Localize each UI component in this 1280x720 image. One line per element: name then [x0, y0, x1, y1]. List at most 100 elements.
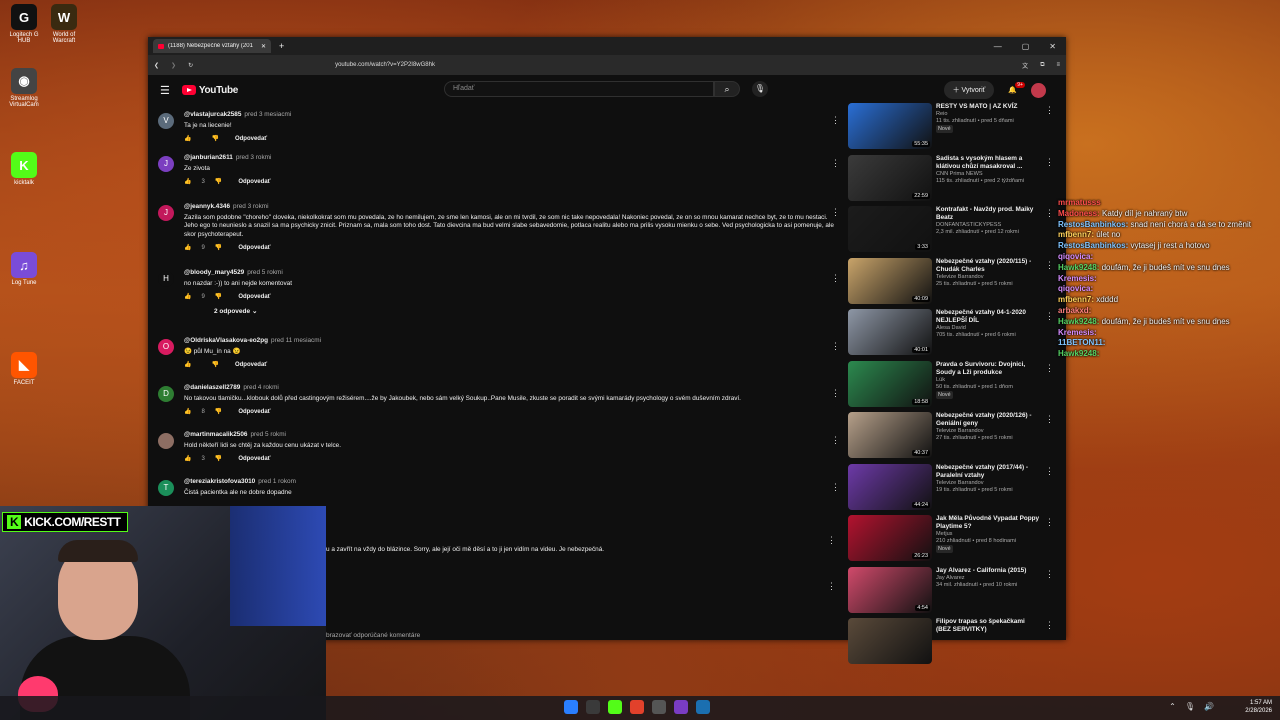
comment-avatar[interactable]: O: [158, 339, 174, 355]
back-icon[interactable]: ❮: [154, 62, 159, 69]
video-title[interactable]: Filipov trapas so špekačkami (BEZ SERVIT…: [936, 618, 1041, 634]
desktop-icon[interactable]: ♫ Log Tune: [4, 252, 44, 286]
video-channel[interactable]: Reio: [936, 111, 1041, 118]
desktop-icon[interactable]: Kkicktalk: [4, 152, 44, 186]
comment-author[interactable]: @martinmacalik2506: [184, 431, 247, 438]
video-thumbnail[interactable]: [848, 618, 932, 664]
chat-username[interactable]: qiqovica:: [1058, 252, 1093, 261]
comment-avatar[interactable]: [158, 433, 174, 449]
video-title[interactable]: Kontrafakt - Navždy prod. Maiky Beatz: [936, 206, 1041, 222]
video-thumbnail[interactable]: 18:58: [848, 360, 932, 407]
more-options-icon[interactable]: ⋮: [1045, 311, 1054, 322]
video-thumbnail[interactable]: 55:35: [848, 103, 932, 149]
video-item[interactable]: 55:35 RESTY VS MATO | AZ KVÍZ Reio 11 ti…: [848, 103, 1056, 155]
video-thumbnail[interactable]: 40:09: [848, 257, 932, 304]
comment-author[interactable]: @vlastajurcak2585: [184, 111, 241, 118]
video-item[interactable]: 40:37 Nebezpečné vztahy (2020/126) - Gen…: [848, 412, 1056, 464]
chat-username[interactable]: Kremesis:: [1058, 274, 1097, 283]
reply-button[interactable]: Odpovedať: [238, 408, 270, 417]
new-tab-button[interactable]: +: [279, 41, 284, 51]
video-item[interactable]: 40:01 Nebezpečné vztahy 04-1-2020 NEJLEP…: [848, 309, 1056, 361]
account-avatar[interactable]: [1031, 82, 1046, 98]
chat-username[interactable]: mfbenn7:: [1058, 295, 1094, 304]
url-text[interactable]: youtube.com/watch?v=Y2P2I8wG8hk: [335, 62, 1010, 68]
video-title[interactable]: Nebezpečné vztahy 04-1-2020 NEJLEPŠÍ DÍL: [936, 309, 1041, 325]
comment-avatar[interactable]: J: [158, 156, 174, 172]
start-icon[interactable]: [564, 700, 578, 714]
video-item[interactable]: 3:33 Kontrafakt - Navždy prod. Maiky Bea…: [848, 206, 1056, 258]
search-button[interactable]: ⌕: [714, 81, 740, 97]
video-channel[interactable]: Jay Alvarez: [936, 575, 1041, 582]
video-item[interactable]: Filipov trapas so špekačkami (BEZ SERVIT…: [848, 618, 1056, 670]
dislike-icon[interactable]: 👎: [215, 178, 222, 187]
chat-username[interactable]: arbakxd:: [1058, 306, 1091, 315]
video-item[interactable]: 4:54 Jay Alvarez - California (2015) Jay…: [848, 566, 1056, 619]
chat-username[interactable]: Kremesis:: [1058, 328, 1097, 337]
video-thumbnail[interactable]: 4:54: [848, 566, 932, 613]
video-channel[interactable]: CNN Prima NEWS: [936, 171, 1041, 178]
mic-icon[interactable]: 🎙: [1185, 702, 1195, 711]
chat-username[interactable]: Hawk9248:: [1058, 263, 1099, 272]
like-icon[interactable]: 👍: [184, 293, 191, 302]
more-options-icon[interactable]: ⋮: [1045, 414, 1054, 425]
video-title[interactable]: Nebezpečné vztahy (2020/115) - Chudák Ch…: [936, 258, 1041, 274]
reply-button[interactable]: Odpovedať: [238, 244, 270, 253]
app-icon[interactable]: [674, 700, 688, 714]
obs-icon[interactable]: [652, 700, 666, 714]
menu-icon[interactable]: ≡: [1056, 62, 1060, 68]
comment-avatar[interactable]: V: [158, 113, 174, 129]
video-thumbnail[interactable]: 26:23: [848, 515, 932, 561]
more-options-icon[interactable]: ⋮: [1045, 363, 1054, 374]
like-icon[interactable]: 👍: [184, 455, 191, 464]
more-options-icon[interactable]: ⋮: [1045, 157, 1054, 168]
more-options-icon[interactable]: ⋮: [831, 158, 840, 169]
reply-button[interactable]: Odpovedať: [235, 135, 267, 144]
forward-icon[interactable]: ❯: [171, 62, 176, 69]
steam-icon[interactable]: [696, 700, 710, 714]
chat-username[interactable]: mrmatusss: [1058, 198, 1101, 207]
video-channel[interactable]: DONFANTASTICKYPESS: [936, 222, 1041, 229]
translate-icon[interactable]: 文: [1022, 61, 1028, 70]
comment-author[interactable]: @OldriskaVlasakova-eo2pg: [184, 337, 268, 344]
desktop-icon[interactable]: G Logitech G HUB: [4, 4, 44, 44]
video-title[interactable]: Jay Alvarez - California (2015): [936, 567, 1041, 575]
clock[interactable]: 1:57 AM 2/28/2026: [1245, 699, 1272, 715]
maximize-icon[interactable]: ▢: [1022, 42, 1030, 51]
more-options-icon[interactable]: ⋮: [1045, 208, 1054, 219]
more-options-icon[interactable]: ⋮: [831, 341, 840, 352]
more-options-icon[interactable]: ⋮: [827, 581, 836, 592]
video-title[interactable]: Sadista s vysokým hlasem a klátivou chůz…: [936, 155, 1041, 171]
youtube-logo[interactable]: YouTube: [181, 85, 238, 96]
more-options-icon[interactable]: ⋮: [831, 435, 840, 446]
reply-button[interactable]: Odpovedať: [238, 455, 270, 464]
like-icon[interactable]: 👍: [184, 408, 191, 417]
taskview-icon[interactable]: [586, 700, 600, 714]
video-item[interactable]: 44:24 Nebezpečné vztahy (2017/44) - Para…: [848, 463, 1056, 516]
comment-author[interactable]: @bloody_mary4529: [184, 269, 244, 276]
more-options-icon[interactable]: ⋮: [831, 207, 840, 218]
more-options-icon[interactable]: ⋮: [831, 482, 840, 493]
comment-author[interactable]: @tereziakristofova3010: [184, 478, 255, 485]
more-options-icon[interactable]: ⋮: [827, 535, 836, 546]
video-channel[interactable]: Televize Barrandov: [936, 480, 1041, 487]
chat-username[interactable]: mfbenn7:: [1058, 230, 1094, 239]
like-icon[interactable]: 👍: [184, 135, 191, 144]
hamburger-menu-icon[interactable]: ☰: [160, 84, 170, 97]
video-channel[interactable]: Alesa David: [936, 325, 1041, 332]
dislike-icon[interactable]: 👎: [215, 408, 222, 417]
video-title[interactable]: Jak Měla Původně Vypadat Poppy Playtime …: [936, 515, 1041, 531]
close-tab-icon[interactable]: ✕: [261, 43, 266, 50]
comment-author[interactable]: @danielaszell2789: [184, 384, 240, 391]
video-item[interactable]: 18:58 Pravda o Survivoru: Dvojnici, Soud…: [848, 360, 1056, 413]
video-thumbnail[interactable]: 40:37: [848, 412, 932, 458]
video-item[interactable]: 40:09 Nebezpečné vztahy (2020/115) - Chu…: [848, 257, 1056, 310]
more-options-icon[interactable]: ⋮: [1045, 517, 1054, 528]
video-channel[interactable]: Televize Barrandov: [936, 274, 1041, 281]
comment-avatar[interactable]: D: [158, 386, 174, 402]
chat-username[interactable]: 11BETON11:: [1058, 338, 1105, 347]
voice-search-icon[interactable]: 🎙: [752, 81, 768, 97]
comment-avatar[interactable]: J: [158, 205, 174, 221]
show-replies-button[interactable]: 2 odpovede ⌄: [214, 308, 838, 317]
volume-icon[interactable]: 🔊: [1204, 702, 1214, 711]
notifications-icon[interactable]: 🔔 9+: [1008, 82, 1025, 94]
